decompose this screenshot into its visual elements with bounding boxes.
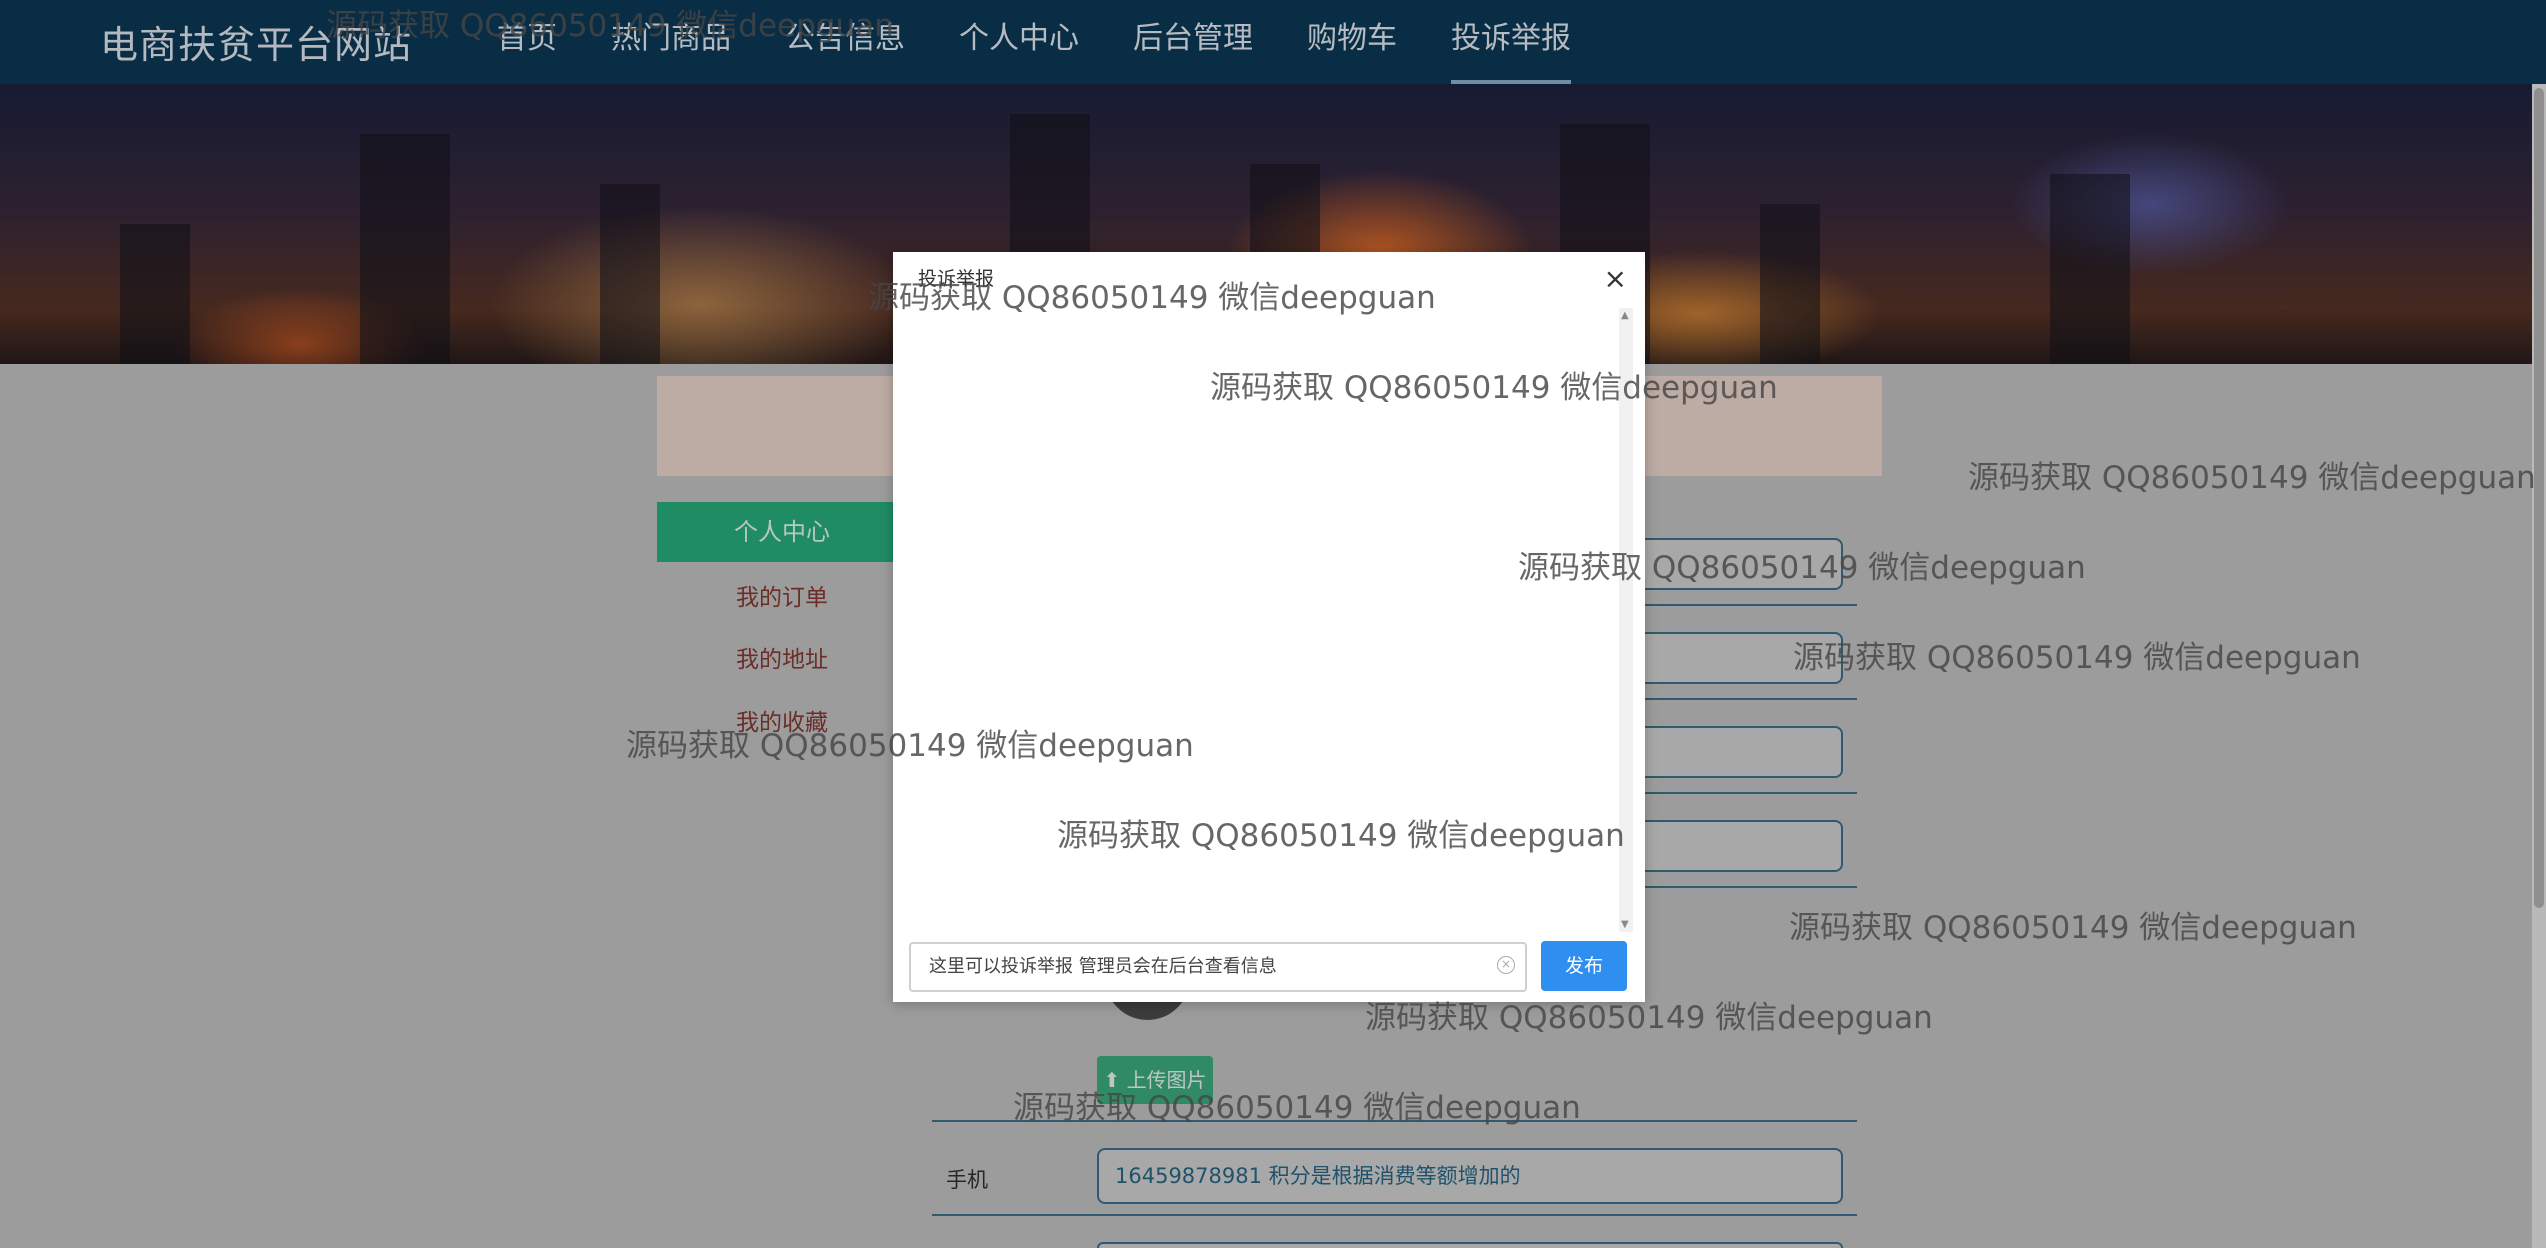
clear-icon[interactable]: × <box>1497 956 1515 974</box>
close-icon[interactable]: × <box>1604 262 1627 295</box>
watermark-text: 源码获取 QQ86050149 微信deepguan <box>1793 640 2361 676</box>
complaint-input[interactable]: 这里可以投诉举报 管理员会在后台查看信息 × <box>909 942 1527 992</box>
page-scrollbar-thumb[interactable] <box>2534 88 2544 908</box>
scroll-up-icon[interactable]: ▲ <box>1621 310 1629 321</box>
watermark-text: 源码获取 QQ86050149 微信deepguan <box>1518 550 2086 586</box>
watermark-text: 源码获取 QQ86050149 微信deepguan <box>626 728 1194 764</box>
scroll-down-icon[interactable]: ▼ <box>1621 919 1629 930</box>
watermark-text: 源码获取 QQ86050149 微信deepguan <box>1789 910 2357 946</box>
watermark-text: 源码获取 QQ86050149 微信deepguan <box>1057 818 1625 854</box>
page-scrollbar[interactable] <box>2532 84 2546 1248</box>
watermark-text: 源码获取 QQ86050149 微信deepguan <box>868 280 1436 316</box>
watermark-text: 源码获取 QQ86050149 微信deepguan <box>1365 1000 1933 1036</box>
watermark-text: 源码获取 QQ86050149 微信deepguan <box>326 8 894 44</box>
publish-button[interactable]: 发布 <box>1541 941 1627 991</box>
watermark-text: 源码获取 QQ86050149 微信deepguan <box>1013 1090 1581 1126</box>
watermark-text: 源码获取 QQ86050149 微信deepguan <box>1968 460 2536 496</box>
watermark-text: 源码获取 QQ86050149 微信deepguan <box>1210 370 1778 406</box>
complaint-input-text: 这里可以投诉举报 管理员会在后台查看信息 <box>929 956 1277 977</box>
